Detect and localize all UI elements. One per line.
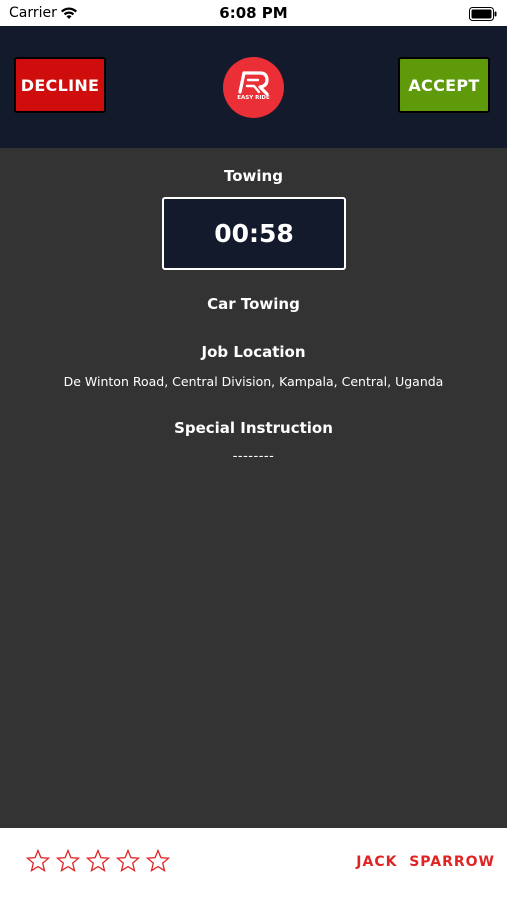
service-type-title: Towing [224,167,283,185]
customer-footer: JACK SPARROW [0,828,507,900]
job-location-address: De Winton Road, Central Division, Kampal… [63,374,444,389]
special-instruction-value: -------- [232,449,275,464]
service-name: Car Towing [207,295,300,313]
star-icon [116,849,140,872]
accept-button[interactable]: ACCEPT [398,57,490,113]
easy-ride-logo: EASY RIDE [223,57,284,118]
decline-button[interactable]: DECLINE [14,57,106,113]
countdown-timer: 00:58 [162,197,346,270]
logo-text: EASY RIDE [237,95,270,101]
status-time: 6:08 PM [219,4,288,22]
star-icon [86,849,110,872]
logo-mark-icon [238,71,269,96]
rating-stars [26,849,170,873]
request-header: DECLINE EASY RIDE ACCEPT [0,26,507,148]
star-icon [146,849,170,872]
customer-name: JACK SPARROW [356,854,495,870]
star-icon [26,849,50,872]
job-location-label: Job Location [201,343,306,361]
battery-icon [469,6,497,25]
star-icon [56,849,80,872]
special-instruction-label: Special Instruction [174,419,333,437]
status-bar: Carrier 6:08 PM [0,0,507,26]
